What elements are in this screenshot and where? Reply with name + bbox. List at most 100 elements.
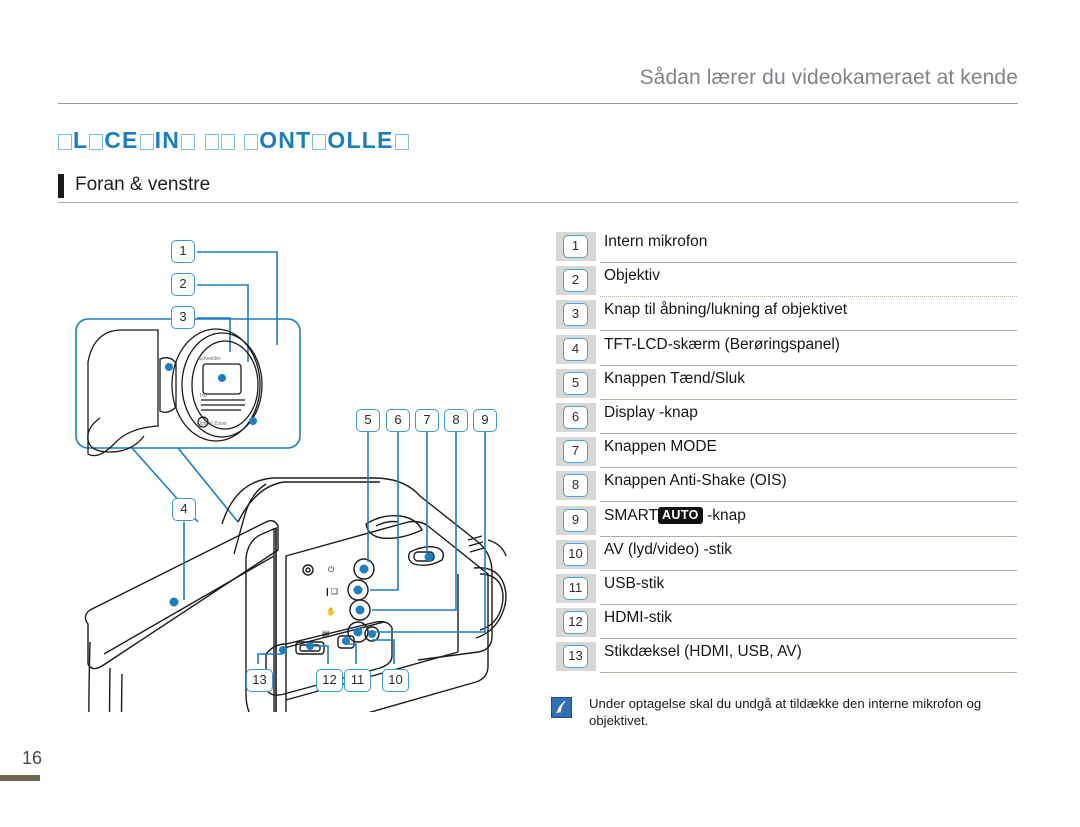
part-number-badge: 3 [563,303,588,327]
part-label: Objektiv [604,267,660,285]
part-row-divider [600,603,1017,605]
part-row: 13 Stikdæksel (HDMI, USB, AV) [556,641,1017,675]
callout-7: 7 [415,409,439,432]
section-divider [58,202,1018,203]
svg-text:Schneider: Schneider [198,356,221,362]
part-badge-cell: 2 [556,266,596,296]
part-badge-cell: 8 [556,471,596,501]
part-number-badge: 13 [563,645,588,669]
note-text: Under optagelse skal du undgå at tildækk… [589,696,982,728]
part-badge-cell: 10 [556,539,596,569]
part-row-divider [600,330,1017,332]
callout-8: 8 [444,409,468,432]
part-row: 7 Knappen MODE [556,436,1017,470]
camcorder-illustration: Schneider HD Optical Zoom ⏻ ❙❑ ✋ ▤ [75,251,507,712]
part-label: Knappen MODE [604,438,717,456]
part-label-prefix: SMART [604,506,658,524]
part-badge-cell: 1 [556,232,596,261]
page-title: L CE IN ONT OLLE [57,127,410,154]
part-row-divider [600,638,1017,640]
part-number-badge: 4 [563,337,588,361]
part-label: Knappen Anti-Shake (OIS) [604,472,787,490]
part-row-divider [600,262,1017,263]
header-divider [58,103,1018,104]
part-row-divider [600,672,1017,674]
missing-glyph-box [139,134,154,150]
part-badge-cell: 5 [556,368,596,398]
svg-text:⏻: ⏻ [328,565,335,574]
svg-text:▤: ▤ [322,629,330,638]
part-number-badge: 10 [563,542,588,566]
part-row-divider [600,535,1017,537]
part-label: Knappen Tænd/Sluk [604,369,746,387]
part-row-divider [600,432,1017,434]
part-number-badge: 7 [563,440,588,464]
callout-6: 6 [386,409,410,432]
missing-glyph-box [244,134,259,150]
part-badge-cell: 4 [556,334,596,364]
part-badge-cell: 7 [556,437,596,467]
missing-glyph-box [394,134,409,150]
part-number-badge: 1 [563,235,588,258]
svg-text:Optical Zoom: Optical Zoom [197,421,227,427]
callout-5: 5 [356,409,380,432]
note-pen-icon [551,697,572,718]
part-label: Display -knap [604,403,698,421]
section-accent-bar [58,174,64,198]
callout-9: 9 [473,409,497,432]
title-segment: OLLE [327,127,394,153]
callout-13: 13 [246,669,273,692]
missing-glyph-box [312,134,327,150]
part-badge-cell: 6 [556,402,596,432]
title-segment: ONT [259,127,312,153]
part-label: Intern mikrofon [604,233,708,250]
part-label-suffix: -knap [702,506,746,524]
running-head: Sådan lærer du videokameraet at kende [639,66,1018,89]
section-heading: Foran & venstre [58,174,1018,204]
part-number-badge: 5 [563,371,588,395]
part-label: TFT-LCD-skærm (Berøringspanel) [604,335,840,353]
part-row: 3 Knap til åbning/lukning af objektivet [556,299,1017,333]
svg-text:❙❑: ❙❑ [324,587,338,596]
page-number: 16 [22,748,43,768]
part-badge-cell: 13 [556,642,596,672]
part-row: 9 SMART AUTO -knap [556,505,1017,539]
part-number-badge: 2 [563,269,588,293]
part-label: HDMI-stik [604,609,673,627]
page-number-bar [0,775,40,781]
title-segment: L [73,127,89,153]
missing-glyph-box [58,134,72,150]
callout-1: 1 [171,240,195,263]
part-row: 12 HDMI-stik [556,607,1017,641]
part-number-badge: 9 [563,508,588,532]
callout-10: 10 [382,669,409,692]
part-row: 11 USB-stik [556,573,1017,607]
part-label: USB-stik [604,574,665,592]
part-number-badge: 8 [563,474,588,498]
missing-glyph-box [204,134,219,150]
part-row-divider [600,364,1017,366]
part-row: 1 Intern mikrofon [556,231,1017,265]
part-number-badge: 11 [563,576,588,600]
section-heading-label: Foran & venstre [75,174,211,195]
part-label: Knap til åbning/lukning af objektivet [604,301,847,319]
part-row: 8 Knappen Anti-Shake (OIS) [556,470,1017,504]
part-row: 2 Objektiv [556,265,1017,299]
part-row: 4 TFT-LCD-skærm (Berøringspanel) [556,334,1017,368]
part-row: 6 Display -knap [556,402,1017,436]
part-label: SMART AUTO -knap [604,506,746,525]
callout-2: 2 [171,273,195,296]
callout-3: 3 [171,306,195,329]
part-row: 5 Knappen Tænd/Sluk [556,368,1017,402]
part-row-divider [600,296,1017,298]
part-row-divider [600,467,1017,469]
svg-text:HD: HD [200,393,208,399]
callout-11: 11 [344,669,371,692]
missing-glyph-box [89,134,104,150]
part-label: Stikdæksel (HDMI, USB, AV) [604,643,802,661]
title-segment: CE [104,127,139,153]
title-segment: IN [154,127,181,153]
smart-auto-chip: AUTO [657,506,703,524]
part-row-divider [600,569,1017,571]
part-badge-cell: 11 [556,573,596,603]
